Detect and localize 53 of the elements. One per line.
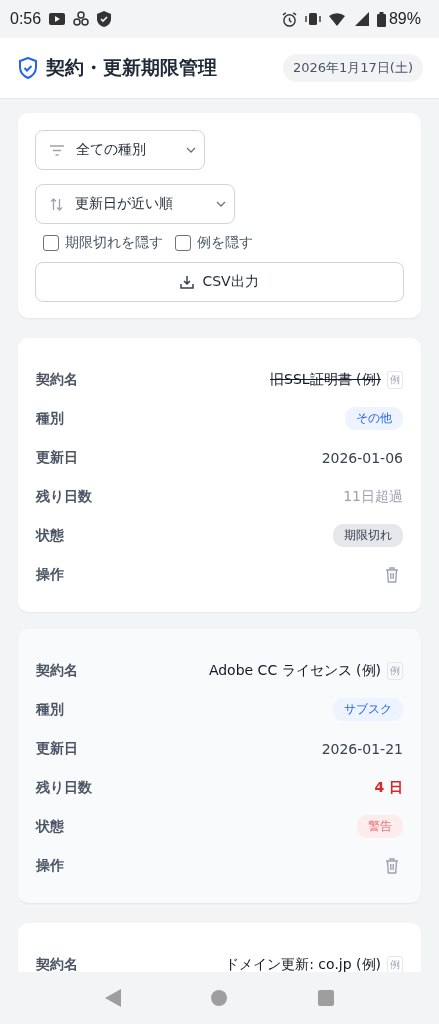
date-chip: 2026年1月17日(土) bbox=[282, 54, 423, 82]
field-label: 状態 bbox=[36, 817, 64, 836]
field-label: 操作 bbox=[36, 565, 64, 584]
field-label: 更新日 bbox=[36, 739, 78, 758]
sort-select[interactable]: 更新日が近い順 bbox=[35, 184, 235, 224]
chevron-icon bbox=[186, 147, 196, 153]
renewal-date: 2026-01-06 bbox=[321, 449, 403, 466]
checkbox[interactable]: 例を隠す bbox=[175, 234, 253, 252]
type-select[interactable]: 全ての種別 bbox=[35, 130, 205, 170]
chevron-icon bbox=[216, 201, 226, 207]
signal-icon bbox=[354, 12, 369, 26]
days-remaining: 4 日 bbox=[374, 778, 403, 797]
field-label: 種別 bbox=[36, 700, 64, 719]
example-tag: 例 bbox=[387, 661, 403, 680]
status-badge: 期限切れ bbox=[333, 524, 403, 547]
vibrate-icon bbox=[304, 12, 321, 26]
contract-name: ドメイン更新: co.jp (例) bbox=[225, 955, 381, 972]
contract-name: Adobe CC ライセンス (例) bbox=[208, 661, 381, 680]
field-label: 契約名 bbox=[36, 955, 78, 972]
shield-check-icon bbox=[18, 57, 38, 79]
days-remaining: 11日超過 bbox=[343, 487, 403, 506]
battery-icon bbox=[376, 11, 386, 27]
checkbox[interactable]: 期限切れを隠す bbox=[43, 234, 163, 252]
alarm-icon bbox=[281, 11, 297, 27]
trash-icon bbox=[385, 857, 399, 874]
clock: 0:56 bbox=[10, 10, 42, 28]
filter-icon bbox=[50, 144, 64, 156]
battery-level: 89% bbox=[388, 10, 421, 28]
field-label: 残り日数 bbox=[36, 778, 92, 797]
field-label: 残り日数 bbox=[36, 487, 92, 506]
trash-icon bbox=[385, 566, 399, 583]
field-label: 更新日 bbox=[36, 448, 78, 467]
csv-export-button[interactable]: CSV出力 bbox=[35, 262, 404, 302]
back-icon[interactable] bbox=[105, 989, 122, 1007]
field-label: 契約名 bbox=[36, 370, 78, 389]
field-label: 状態 bbox=[36, 526, 64, 545]
home-icon[interactable] bbox=[211, 990, 228, 1006]
recents-icon[interactable] bbox=[317, 990, 334, 1006]
field-label: 種別 bbox=[36, 409, 64, 428]
type-badge: その他 bbox=[345, 407, 403, 430]
wifi-icon bbox=[328, 12, 347, 26]
shield-icon bbox=[97, 11, 112, 27]
field-label: 契約名 bbox=[36, 661, 78, 680]
video-icon bbox=[49, 13, 66, 25]
example-tag: 例 bbox=[387, 370, 403, 389]
download-icon bbox=[180, 275, 195, 289]
type-badge: サブスク bbox=[333, 698, 403, 721]
field-label: 操作 bbox=[36, 856, 64, 875]
sort-icon bbox=[50, 197, 63, 211]
contract-name: 旧SSL証明書 (例) bbox=[270, 370, 381, 389]
renewal-date: 2026-01-21 bbox=[321, 740, 403, 757]
app-title: 契約・更新期限管理 bbox=[46, 55, 218, 80]
status-badge: 警告 bbox=[357, 815, 403, 838]
